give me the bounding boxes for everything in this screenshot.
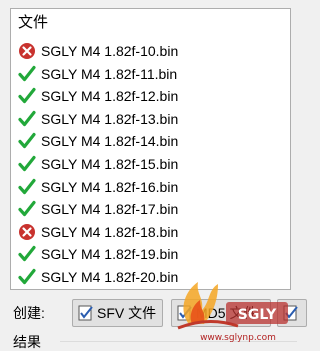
- file-name: SGLY M4 1.82f-14.bin: [41, 131, 178, 151]
- create-label: 创建:: [13, 304, 45, 322]
- file-name: SGLY M4 1.82f-20.bin: [41, 267, 178, 287]
- check-icon: [18, 268, 36, 286]
- file-name: SGLY M4 1.82f-12.bin: [41, 86, 178, 106]
- md5-file-icon: [177, 305, 193, 321]
- file-row[interactable]: SGLY M4 1.82f-11.bin: [11, 63, 290, 86]
- check-icon: [18, 245, 36, 263]
- file-name: SGLY M4 1.82f-18.bin: [41, 222, 178, 242]
- file-row[interactable]: SGLY M4 1.82f-10.bin: [11, 40, 290, 63]
- file-list[interactable]: 文件 SGLY M4 1.82f-10.bin SGLY M4 1.82f-11.…: [10, 8, 291, 290]
- check-icon: [18, 200, 36, 218]
- error-icon: [18, 42, 36, 60]
- file-column-header[interactable]: 文件: [11, 9, 290, 36]
- results-group-label: 结果: [13, 333, 41, 351]
- file-name: SGLY M4 1.82f-13.bin: [41, 109, 178, 129]
- file-row[interactable]: SGLY M4 1.82f-15.bin: [11, 153, 290, 176]
- check-icon: [18, 110, 36, 128]
- create-md5-button[interactable]: MD5 文件: [171, 299, 271, 327]
- sfv-button-label: SFV 文件: [97, 305, 156, 321]
- create-sfv-button[interactable]: SFV 文件: [72, 299, 163, 327]
- file-name: SGLY M4 1.82f-10.bin: [41, 41, 178, 61]
- file-row[interactable]: SGLY M4 1.82f-21.bin: [11, 289, 290, 290]
- create-more-button[interactable]: [277, 299, 307, 327]
- check-icon: [18, 65, 36, 83]
- file-row[interactable]: SGLY M4 1.82f-17.bin: [11, 198, 290, 221]
- error-icon: [18, 223, 36, 241]
- file-name: SGLY M4 1.82f-15.bin: [41, 154, 178, 174]
- check-icon: [18, 178, 36, 196]
- check-icon: [18, 155, 36, 173]
- file-row[interactable]: SGLY M4 1.82f-14.bin: [11, 130, 290, 153]
- check-icon: [18, 87, 36, 105]
- results-group-border: [60, 341, 297, 342]
- file-rows: SGLY M4 1.82f-10.bin SGLY M4 1.82f-11.bin…: [11, 40, 290, 290]
- file-row[interactable]: SGLY M4 1.82f-20.bin: [11, 266, 290, 289]
- file-row[interactable]: SGLY M4 1.82f-16.bin: [11, 176, 290, 199]
- file-row[interactable]: SGLY M4 1.82f-12.bin: [11, 85, 290, 108]
- file-check-icon: [283, 305, 299, 321]
- file-name: SGLY M4 1.82f-19.bin: [41, 244, 178, 264]
- file-row[interactable]: SGLY M4 1.82f-13.bin: [11, 108, 290, 131]
- file-row[interactable]: SGLY M4 1.82f-18.bin: [11, 221, 290, 244]
- file-name: SGLY M4 1.82f-11.bin: [41, 64, 177, 84]
- file-name: SGLY M4 1.82f-16.bin: [41, 177, 178, 197]
- md5-button-label: MD5 文件: [196, 305, 257, 321]
- file-row[interactable]: SGLY M4 1.82f-19.bin: [11, 243, 290, 266]
- file-name: SGLY M4 1.82f-17.bin: [41, 199, 178, 219]
- sfv-file-icon: [78, 305, 94, 321]
- check-icon: [18, 132, 36, 150]
